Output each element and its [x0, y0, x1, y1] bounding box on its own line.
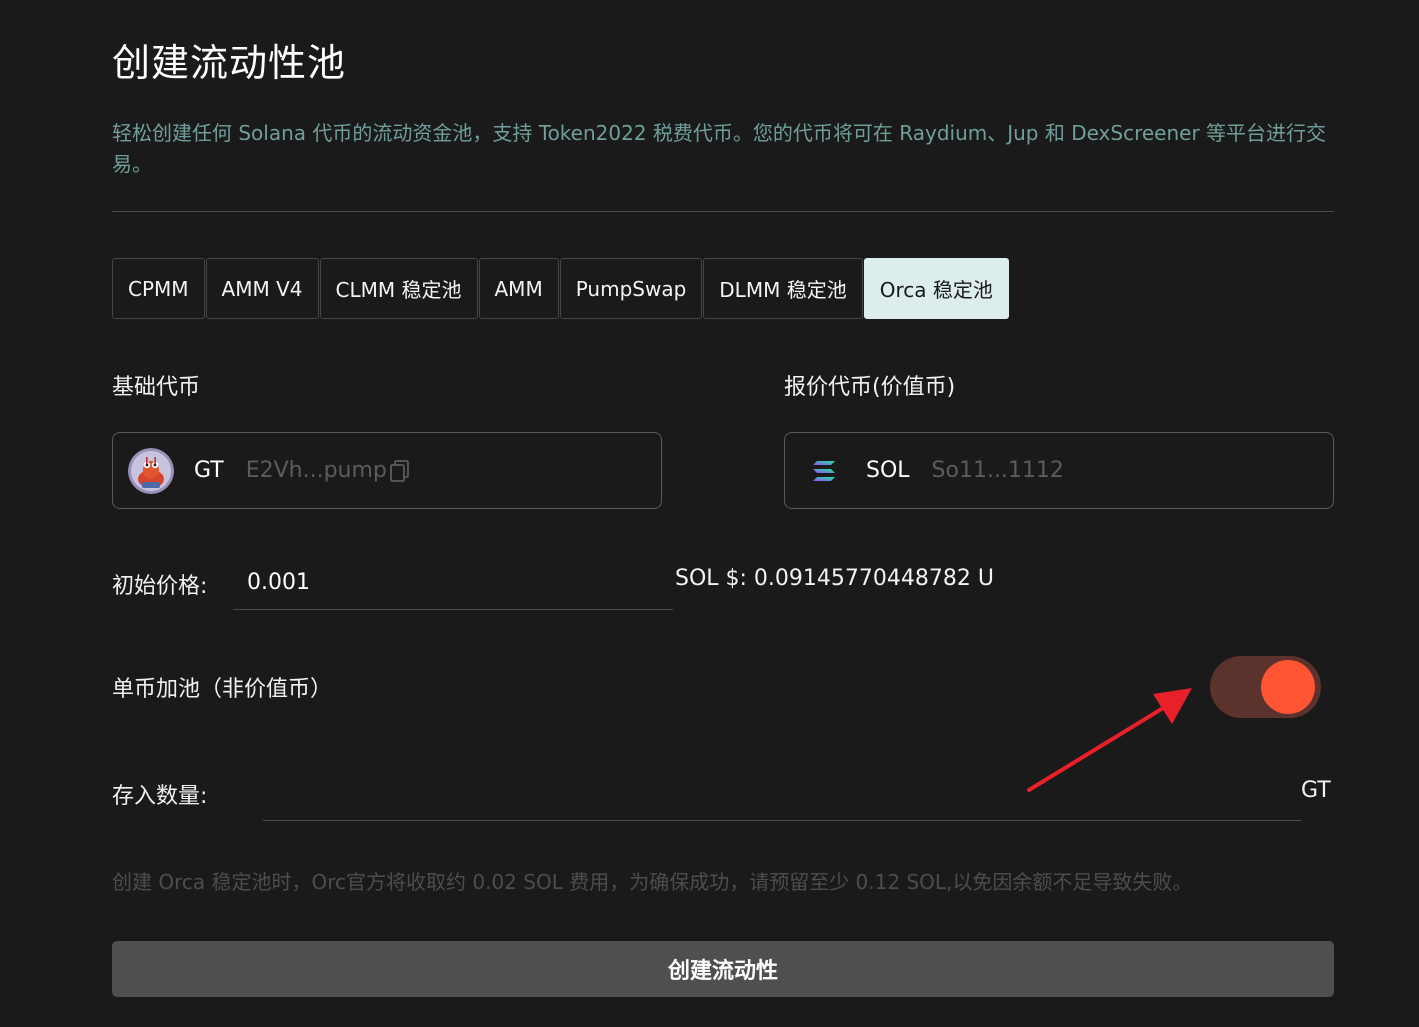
- initial-price-label: 初始价格:: [112, 574, 208, 599]
- deposit-amount-input[interactable]: [263, 770, 1301, 821]
- pool-type-tabs: CPMM AMM V4 CLMM 稳定池 AMM PumpSwap DLMM 稳…: [112, 258, 1010, 321]
- base-token-selector[interactable]: GT E2Vh...pump: [112, 432, 662, 509]
- divider: [112, 211, 1334, 212]
- base-token-symbol: GT: [194, 458, 224, 483]
- page-title: 创建流动性池: [112, 41, 347, 85]
- initial-price-input[interactable]: 0.001: [233, 560, 673, 610]
- tab-amm-v4[interactable]: AMM V4: [205, 258, 319, 319]
- toggle-knob: [1261, 660, 1315, 714]
- single-side-label: 单币加池（非价值币）: [112, 677, 333, 702]
- base-token-address: E2Vh...pump: [245, 458, 387, 483]
- tab-orca[interactable]: Orca 稳定池: [863, 258, 1009, 319]
- create-liquidity-button[interactable]: 创建流动性: [112, 941, 1334, 997]
- deposit-amount-label: 存入数量:: [112, 784, 208, 809]
- tab-pumpswap[interactable]: PumpSwap: [559, 258, 703, 319]
- tab-amm[interactable]: AMM: [478, 258, 559, 319]
- quote-token-address: So11...1112: [931, 458, 1064, 483]
- token-avatar-icon: [128, 447, 174, 494]
- quote-token-symbol: SOL: [866, 458, 910, 483]
- page-description: 轻松创建任何 Solana 代币的流动资金池，支持 Token2022 税费代币…: [112, 121, 1327, 176]
- quote-token-selector[interactable]: SOL So11...1112: [784, 432, 1334, 509]
- deposit-unit: GT: [1301, 778, 1331, 803]
- quote-token-label: 报价代币(价值币): [784, 375, 956, 400]
- solana-logo-icon: [812, 460, 836, 482]
- tab-dlmm[interactable]: DLMM 稳定池: [703, 258, 863, 319]
- price-usd-readout: SOL $: 0.09145770448782 U: [675, 566, 994, 591]
- tab-clmm[interactable]: CLMM 稳定池: [319, 258, 478, 319]
- create-pool-page: 创建流动性池 轻松创建任何 Solana 代币的流动资金池，支持 Token20…: [0, 0, 1419, 1027]
- fee-note: 创建 Orca 稳定池时，Orc官方将收取约 0.02 SOL 费用，为确保成功…: [112, 870, 1193, 894]
- base-token-label: 基础代币: [112, 375, 201, 400]
- copy-icon[interactable]: [389, 459, 411, 483]
- tab-cpmm[interactable]: CPMM: [112, 258, 205, 319]
- single-side-toggle[interactable]: [1210, 656, 1321, 718]
